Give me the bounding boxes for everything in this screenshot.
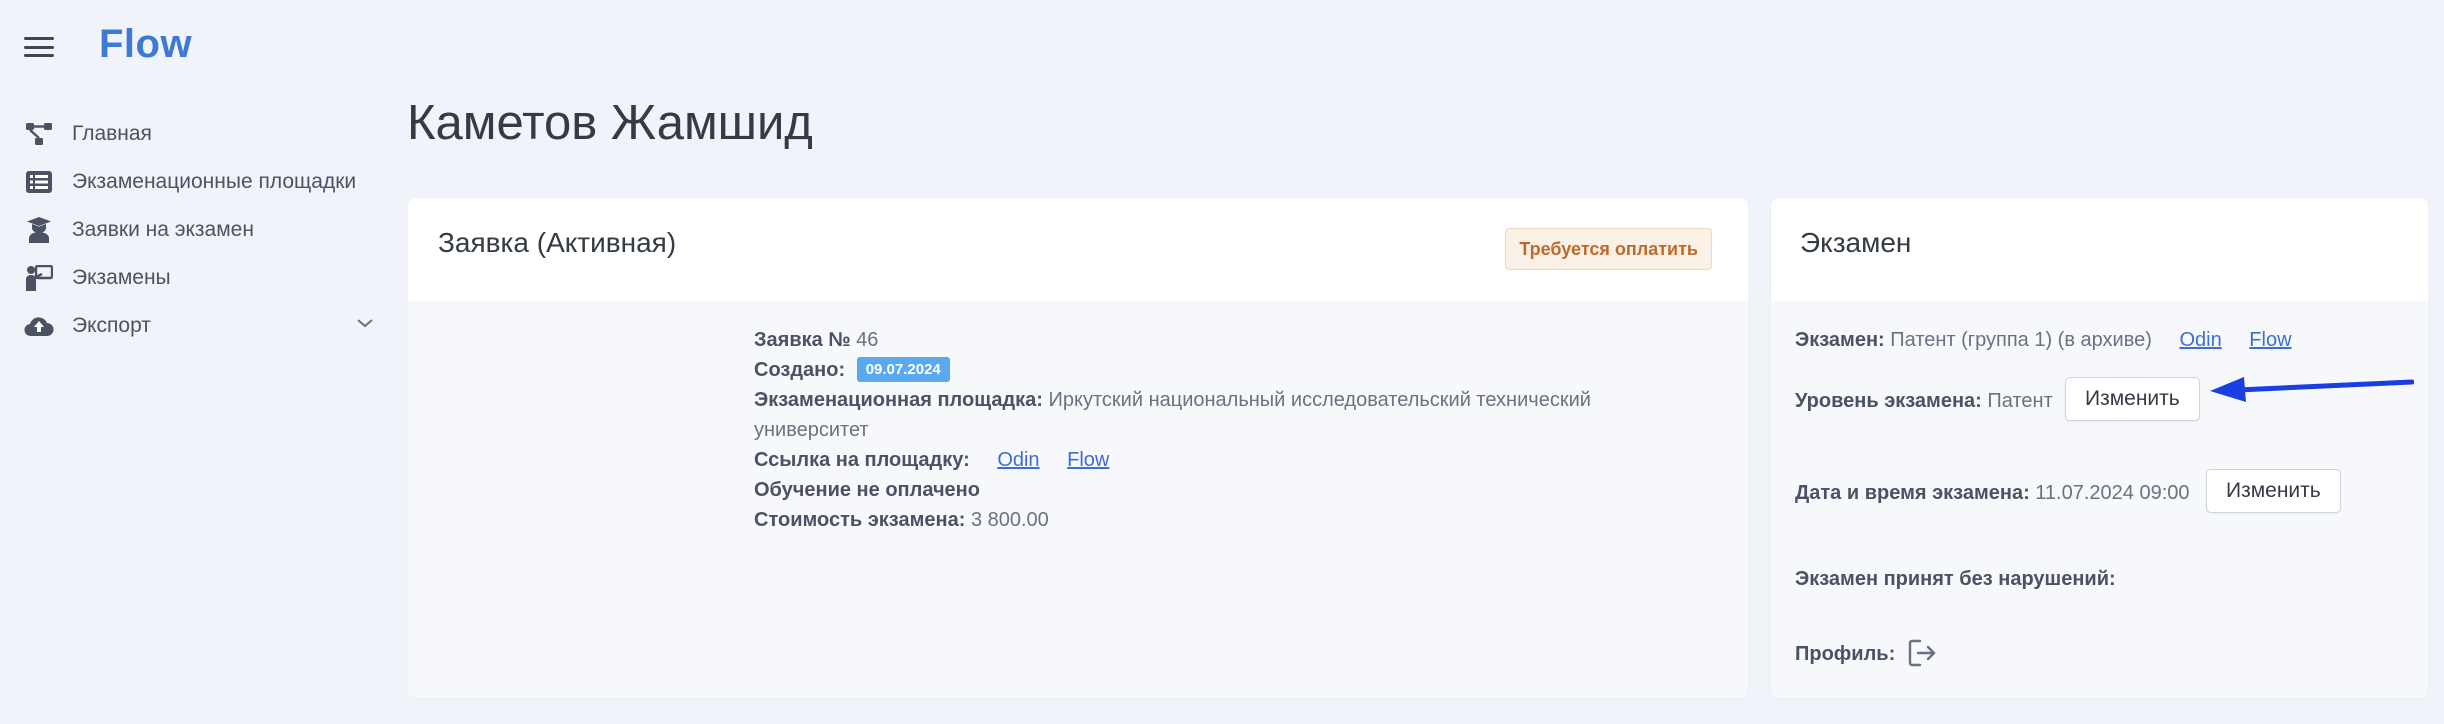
sidebar-item-label: Экспорт [72,314,151,337]
exam-link-odin[interactable]: Odin [2179,329,2221,351]
cloud-upload-icon [24,311,54,341]
sidebar-item-label: Заявки на экзамен [72,218,254,241]
teacher-board-icon [24,263,54,293]
venue-label: Экзаменационная площадка: [754,389,1043,411]
application-card-body: Заявка № 46 Создано: 09.07.2024 Экзамена… [408,301,1748,698]
menu-icon[interactable] [24,37,54,57]
sidebar-nav: Главная Экзаменационные площадки Заявки … [0,110,400,350]
sidebar-item-exam-venues[interactable]: Экзаменационные площадки [0,158,400,206]
payment-status-badge: Требуется оплатить [1505,228,1712,270]
venue-link-label: Ссылка на площадку: [754,449,970,471]
chevron-down-icon[interactable] [356,316,374,334]
sidebar-item-exams[interactable]: Экзамены [0,254,400,302]
application-number-row: Заявка № 46 [754,325,1654,355]
training-status-row: Обучение не оплачено [754,475,1654,505]
sidebar-item-home[interactable]: Главная [0,110,400,158]
application-card: Заявка (Активная) Требуется оплатить Зая… [408,198,1748,698]
sidebar-item-exam-applications[interactable]: Заявки на экзамен [0,206,400,254]
exam-title: Экзамен [1800,227,1912,258]
exam-name-label: Экзамен: [1795,329,1885,351]
exam-violations-label: Экзамен принят без нарушений: [1795,568,2116,590]
exam-card-body: Экзамен: Патент (группа 1) (в архиве) Od… [1771,301,2428,698]
sidebar-item-label: Экзамены [72,266,171,289]
exam-link-flow[interactable]: Flow [2249,329,2291,351]
app-logo[interactable]: Flow [99,22,192,67]
venue-link-row: Ссылка на площадку: Odin Flow [754,445,1654,475]
exam-level-value: Патент [1987,390,2053,412]
created-date-badge: 09.07.2024 [856,357,950,382]
venue-row: Экзаменационная площадка: Иркутский наци… [754,385,1654,445]
cost-row: Стоимость экзамена: 3 800.00 [754,505,1654,535]
change-datetime-button[interactable]: Изменить [2206,469,2341,513]
profile-sign-out-icon[interactable] [1907,638,1939,674]
list-icon [24,167,54,197]
cost-label: Стоимость экзамена: [754,509,966,531]
sidebar-item-export[interactable]: Экспорт [0,302,400,350]
exam-card: Экзамен Экзамен: Патент (группа 1) (в ар… [1771,198,2428,698]
exam-card-header: Экзамен [1771,198,2428,301]
annotation-arrow-icon [2210,377,2414,402]
application-card-header: Заявка (Активная) Требуется оплатить [408,198,1748,301]
exam-name-value: Патент (группа 1) (в архиве) [1890,329,2152,351]
exam-name-row: Экзамен: Патент (группа 1) (в архиве) Od… [1795,329,2292,352]
application-title: Заявка (Активная) [438,227,677,258]
exam-violations-row: Экзамен принят без нарушений: [1795,568,2116,591]
application-number-label: Заявка № [754,329,851,351]
student-icon [24,215,54,245]
exam-datetime-label: Дата и время экзамена: [1795,482,2030,504]
page-title: Каметов Жамшид [407,96,813,150]
exam-datetime-value: 11.07.2024 09:00 [2035,482,2190,504]
sidebar-item-label: Экзаменационные площадки [72,170,357,193]
venue-link-flow[interactable]: Flow [1067,449,1109,471]
exam-datetime-row: Дата и время экзамена: 11.07.2024 09:00 [1795,482,2190,505]
change-level-button[interactable]: Изменить [2065,377,2200,421]
created-label: Создано: [754,359,846,381]
application-info: Заявка № 46 Создано: 09.07.2024 Экзамена… [754,325,1654,535]
cost-value: 3 800.00 [970,509,1049,531]
created-row: Создано: 09.07.2024 [754,355,1654,385]
sidebar-item-label: Главная [72,122,152,145]
sidebar: Flow Главная Экзаменационные площадки За… [0,0,400,724]
application-number-value: 46 [856,329,879,351]
profile-label: Профиль: [1795,643,1896,665]
training-status: Обучение не оплачено [754,479,980,501]
profile-row: Профиль: [1795,643,1895,666]
network-icon [24,119,54,149]
exam-level-label: Уровень экзамена: [1795,390,1982,412]
venue-link-odin[interactable]: Odin [997,449,1039,471]
exam-level-row: Уровень экзамена: Патент [1795,390,2053,413]
